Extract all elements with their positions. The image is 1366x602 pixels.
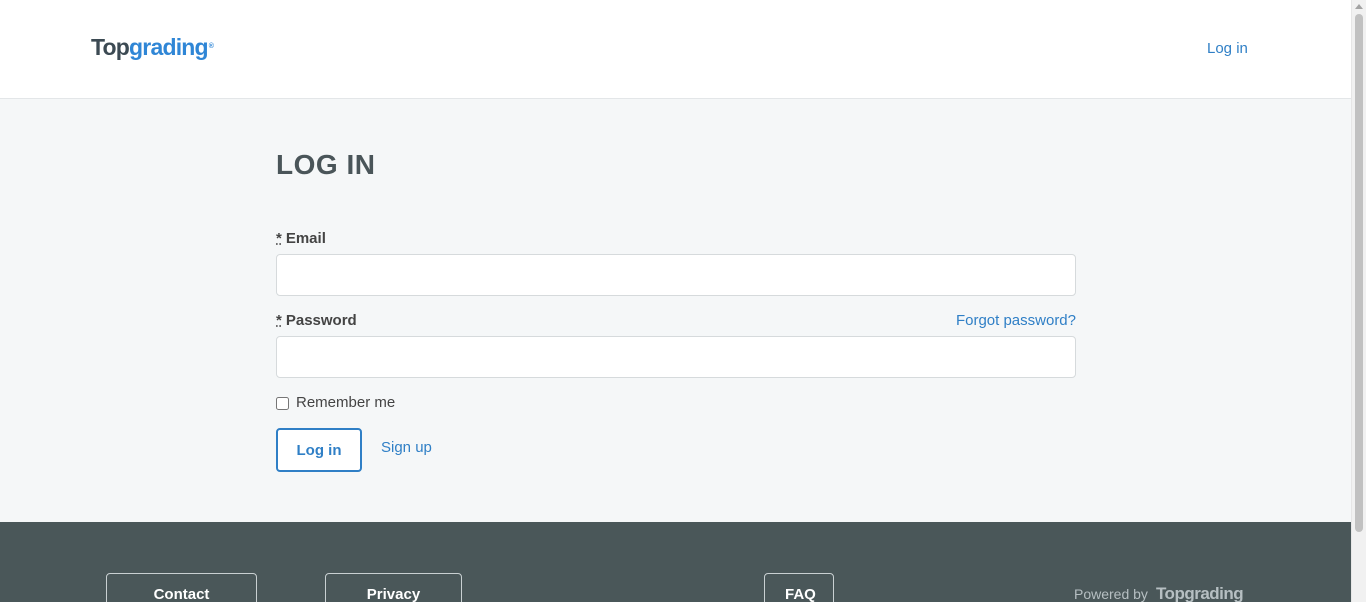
login-main: LOG IN * Email * Password Forgot password?… [0, 99, 1351, 522]
site-footer: Contact Support Privacy Policy FAQ Power… [0, 522, 1351, 602]
logo-trademark: ® [208, 43, 214, 50]
topgrading-logo[interactable]: Topgrading® [91, 34, 214, 60]
email-input[interactable] [276, 254, 1076, 296]
powered-by-text: Powered by [1074, 586, 1148, 602]
scroll-up-arrow-icon[interactable] [1355, 4, 1363, 9]
contact-support-button[interactable]: Contact Support [106, 573, 257, 602]
required-mark: * [276, 230, 282, 247]
password-input[interactable] [276, 336, 1076, 378]
powered-by[interactable]: Powered by Topgrading [1074, 584, 1244, 602]
site-header: Topgrading® Log in [0, 0, 1351, 99]
remember-me-label: Remember me [296, 394, 396, 411]
scrollbar-thumb[interactable] [1355, 14, 1363, 532]
powered-by-logo: Topgrading [1155, 584, 1244, 602]
header-login-link[interactable]: Log in [1207, 40, 1248, 58]
privacy-policy-button[interactable]: Privacy Policy [325, 573, 462, 602]
signup-link[interactable]: Sign up [381, 439, 432, 457]
logo-top-text: Top [91, 34, 130, 60]
email-label-text: Email [285, 230, 326, 247]
email-label: * Email [276, 230, 326, 248]
page-title: LOG IN [276, 149, 376, 180]
remember-me-checkbox[interactable] [276, 396, 289, 410]
faq-button[interactable]: FAQ [764, 573, 834, 602]
password-label-text: Password [285, 312, 357, 329]
required-mark: * [276, 312, 282, 329]
password-label: * Password [276, 312, 357, 330]
vertical-scrollbar[interactable] [1351, 0, 1366, 602]
logo-grading-text: grading [129, 34, 209, 60]
forgot-password-link[interactable]: Forgot password? [956, 312, 1076, 330]
login-button[interactable]: Log in [276, 428, 362, 472]
remember-me[interactable]: Remember me [276, 394, 395, 412]
page: Topgrading® Log in LOG IN * Email * Passwo… [0, 0, 1351, 602]
